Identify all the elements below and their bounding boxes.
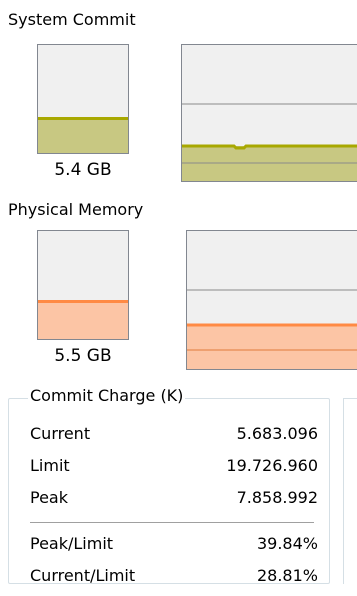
- commit-charge-divider: [30, 522, 314, 523]
- commit-row-peak-limit: Peak/Limit 39.84%: [30, 532, 318, 556]
- commit-row-limit: Limit 19.726.960: [30, 454, 318, 478]
- commit-row-label: Peak: [30, 488, 68, 507]
- physical-memory-value: 5.5 GB: [54, 346, 112, 366]
- system-commit-value: 5.4 GB: [54, 160, 112, 180]
- adjacent-groupbox-edge: [343, 398, 357, 584]
- commit-charge-title: Commit Charge (K): [28, 386, 186, 406]
- system-commit-history-graph: [181, 44, 357, 182]
- physical-memory-history-graph: [186, 230, 357, 370]
- commit-row-label: Peak/Limit: [30, 534, 114, 553]
- commit-row-current-limit: Current/Limit 28.81%: [30, 564, 318, 588]
- system-commit-history-area: [182, 146, 357, 181]
- commit-row-value: 28.81%: [256, 566, 318, 585]
- commit-row-label: Limit: [30, 456, 70, 475]
- system-commit-meter: [37, 44, 129, 154]
- physical-memory-meter: [37, 230, 129, 340]
- commit-row-value: 7.858.992: [236, 488, 318, 507]
- physical-memory-meter-fill: [38, 300, 128, 339]
- commit-row-value: 39.84%: [256, 534, 318, 553]
- commit-row-value: 5.683.096: [236, 424, 318, 443]
- commit-row-peak: Peak 7.858.992: [30, 486, 318, 510]
- commit-row-value: 19.726.960: [226, 456, 318, 475]
- commit-row-label: Current/Limit: [30, 566, 136, 585]
- memory-panel: System Commit 5.4 GB Physical Memory 5.5…: [0, 0, 357, 596]
- commit-row-current: Current 5.683.096: [30, 422, 318, 446]
- system-commit-label: System Commit: [8, 10, 136, 29]
- system-commit-meter-fill: [38, 117, 128, 153]
- physical-memory-label: Physical Memory: [8, 200, 144, 219]
- physical-memory-history-area: [187, 325, 357, 369]
- commit-row-label: Current: [30, 424, 91, 443]
